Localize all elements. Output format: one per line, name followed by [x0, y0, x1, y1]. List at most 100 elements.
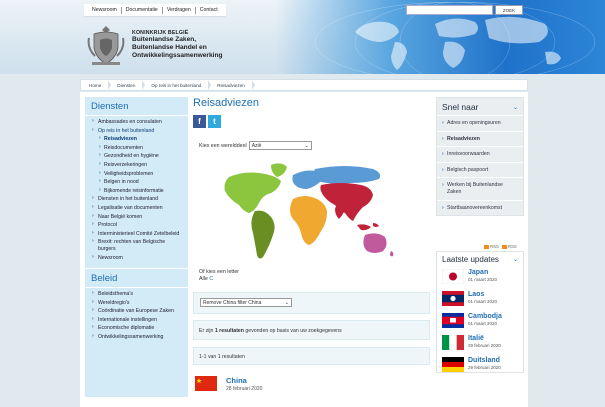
update-item[interactable]: Japan 01 maart 2020	[437, 267, 523, 286]
sidebar-beleid-item[interactable]: Coördinatie van Europese Zaken	[85, 307, 188, 316]
quicklink-item[interactable]: Adres en openingsuren	[437, 115, 523, 131]
map-region-greenland[interactable]	[271, 163, 287, 177]
quicklink-item[interactable]: Startbaanovereenkomst	[437, 199, 523, 216]
sidebar-beleid-list: Beleidsthema'sWereldregio'sCoördinatie v…	[85, 288, 188, 344]
facebook-share-button[interactable]: f	[193, 115, 206, 128]
topnav-contact[interactable]: Contact	[196, 7, 222, 14]
update-country-link[interactable]: Duitsland	[468, 357, 501, 365]
update-country-link[interactable]: Italië	[468, 335, 501, 343]
chevron-down-icon: ⌄	[512, 257, 518, 263]
sidebar-beleid-item[interactable]: Internationale instellingen	[85, 316, 188, 325]
quicklinks-panel: Snel naar ⌄ Adres en openingsurenReisadv…	[436, 97, 524, 217]
sidebar-item[interactable]: Newsroom	[85, 254, 188, 263]
rss-icon	[484, 244, 489, 249]
twitter-share-button[interactable]: t	[208, 115, 221, 128]
map-region-north-america[interactable]	[224, 172, 282, 214]
filter-select[interactable]: Remove China filter China ⌄	[200, 298, 292, 307]
sidebar-item[interactable]: Reisverzekeringen	[85, 161, 188, 170]
update-item[interactable]: Cambodja 01 maart 2020	[437, 311, 523, 330]
region-select[interactable]: Azië ⌄	[248, 141, 312, 150]
map-region-new-zealand[interactable]	[390, 251, 394, 257]
update-item[interactable]: Duitsland 29 februari 2020	[437, 355, 523, 374]
breadcrumb-reisadviezen: Reisadviezen	[209, 80, 255, 90]
main-content: Reisadviezen f t Kies een werelddeel Azi…	[193, 97, 430, 392]
map-region-africa[interactable]	[290, 196, 327, 245]
topnav-newsroom[interactable]: Newsroom	[88, 6, 122, 14]
letter-all-link[interactable]: Alle	[199, 276, 208, 282]
latest-updates-header[interactable]: Laatste updates ⌄	[437, 252, 523, 267]
share-buttons: f t	[193, 115, 430, 128]
topnav-verdragen[interactable]: Verdragen	[163, 6, 196, 14]
result-name-link[interactable]: China	[226, 376, 262, 385]
sidebar-item[interactable]: Bijkomende reisinformatie	[85, 187, 188, 196]
letter-c-link[interactable]: C	[209, 276, 213, 282]
quicklink-item[interactable]: Belgisch paspoort	[437, 161, 523, 178]
sidebar-item[interactable]: Belgen in nood	[85, 178, 188, 187]
quicklinks-header[interactable]: Snel naar ⌄	[437, 98, 523, 115]
map-region-indonesia[interactable]	[357, 223, 379, 231]
sidebar-beleid-item[interactable]: Wereldregio's	[85, 299, 188, 308]
breadcrumb-home[interactable]: Home	[81, 80, 112, 90]
sidebar-item[interactable]: Ambassades en consulaten	[85, 118, 188, 127]
cambodia-flag-icon	[442, 313, 464, 328]
rss-label-1: RSS	[490, 244, 499, 249]
ministry-line-2: Buitenlandse Handel en	[132, 44, 207, 51]
update-date: 01 maart 2020	[468, 299, 498, 304]
sidebar-item[interactable]: Legalisatie van documenten	[85, 204, 188, 213]
sidebar-item[interactable]: Brexit: rechten van Belgische burgers	[85, 238, 188, 253]
quicklink-item[interactable]: Inreisvoorwaarden	[437, 146, 523, 162]
top-navigation: Newsroom Documentatie Verdragen Contact	[84, 4, 226, 16]
ministry-name: KONINKRIJK BELGIË Buitenlandse Zaken, Bu…	[132, 30, 223, 60]
sidebar-beleid-item[interactable]: Beleidsthema's	[85, 290, 188, 299]
update-country-link[interactable]: Cambodja	[468, 313, 502, 321]
search-input[interactable]	[406, 5, 493, 15]
rss-link-2[interactable]: RSS	[501, 244, 517, 249]
right-column: Snel naar ⌄ Adres en openingsurenReisadv…	[436, 97, 524, 373]
sidebar-item[interactable]: Protocol	[85, 221, 188, 230]
sidebar-beleid-item[interactable]: Economische diplomatie	[85, 324, 188, 333]
sidebar-item[interactable]: Naar België komen	[85, 213, 188, 222]
update-date: 01 maart 2020	[468, 277, 498, 282]
map-region-russia[interactable]	[313, 166, 381, 184]
rss-links: RSS RSS	[484, 244, 517, 249]
breadcrumb: Home Diensten Op reis in het buitenland …	[80, 79, 528, 91]
coat-of-arms-icon	[87, 26, 125, 65]
result-item[interactable]: China 28 februari 2020	[195, 376, 262, 392]
sidebar-title-diensten: Diensten	[85, 97, 188, 116]
breadcrumb-op-reis[interactable]: Op reis in het buitenland	[143, 80, 212, 90]
update-item[interactable]: Laos 01 maart 2020	[437, 289, 523, 308]
update-text: Cambodja 01 maart 2020	[468, 313, 502, 328]
map-region-asia[interactable]	[320, 183, 373, 221]
sidebar-diensten-list: Ambassades en consulatenOp reis in het b…	[85, 116, 188, 264]
world-map[interactable]	[197, 159, 397, 263]
chevron-down-icon: ⌄	[304, 142, 309, 149]
sidebar-item[interactable]: Diensten in het buitenland	[85, 195, 188, 204]
sidebar-beleid-item[interactable]: Ontwikkelingssamenwerking	[85, 333, 188, 342]
topnav-documentatie[interactable]: Documentatie	[122, 6, 163, 14]
quicklink-item[interactable]: Reisadviezen	[437, 130, 523, 147]
sidebar-item[interactable]: Reisdocumenten	[85, 144, 188, 153]
update-country-link[interactable]: Laos	[468, 291, 497, 299]
japan-flag-icon	[442, 269, 464, 284]
letter-picker: Of kies een letter Alle C	[199, 269, 239, 283]
breadcrumb-diensten[interactable]: Diensten	[109, 80, 146, 90]
update-item[interactable]: Italië 29 februari 2020	[437, 333, 523, 352]
sidebar-item[interactable]: Reisadviezen	[85, 135, 188, 144]
latest-updates-list: Japan 01 maart 2020 Laos 01 maart 2020 Cambo…	[437, 267, 523, 374]
quicklink-item[interactable]: Werken bij Buitenlandse Zaken	[437, 177, 523, 199]
update-text: Italië 29 februari 2020	[468, 335, 501, 350]
sidebar-item[interactable]: Op reis in het buitenland	[85, 127, 188, 136]
latest-updates-panel: Laatste updates ⌄ Japan 01 maart 2020 Laos…	[436, 251, 524, 373]
sidebar-item[interactable]: Interministerieel Comité Zetelbeleid	[85, 230, 188, 239]
rss-link-1[interactable]: RSS	[484, 244, 499, 249]
sidebar-item[interactable]: Gezondheid en hygiëne	[85, 152, 188, 161]
germany-flag-icon	[442, 357, 464, 372]
map-region-south-america[interactable]	[251, 210, 275, 259]
result-date: 28 februari 2020	[226, 386, 263, 392]
result-summary-count: 1 resultaten	[214, 328, 244, 334]
update-country-link[interactable]: Japan	[468, 269, 497, 277]
update-text: Laos 01 maart 2020	[468, 291, 497, 306]
map-region-oceania[interactable]	[363, 233, 387, 253]
search-button[interactable]: ZOEK	[495, 5, 523, 15]
sidebar-item[interactable]: Veiligheidsproblemen	[85, 170, 188, 179]
